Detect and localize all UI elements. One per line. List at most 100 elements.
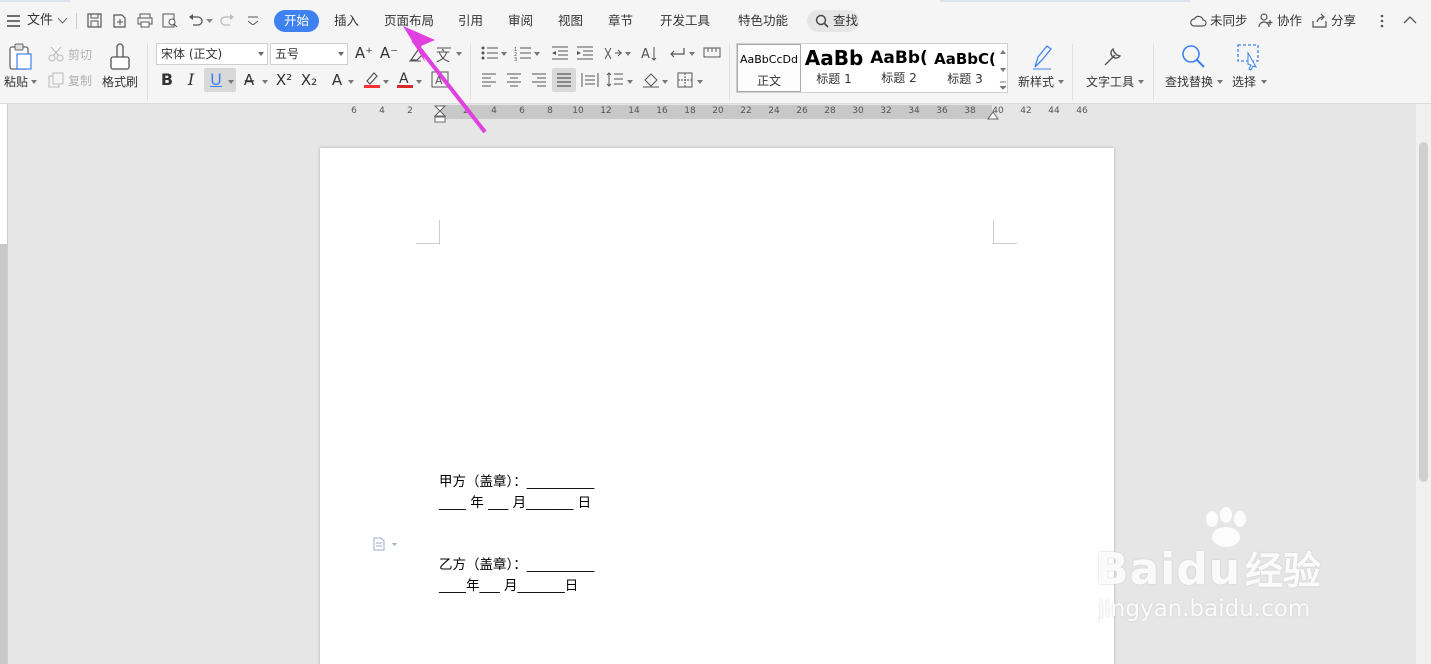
italic-icon[interactable]: I <box>181 70 201 90</box>
collaborate-button[interactable]: 协作 <box>1277 10 1302 32</box>
select-dropdown-icon[interactable] <box>1261 80 1267 84</box>
text-tools-icon[interactable] <box>1100 43 1126 71</box>
decrease-indent-icon[interactable] <box>551 46 569 61</box>
align-center-icon[interactable] <box>506 73 522 87</box>
marks-dropdown-icon[interactable] <box>689 52 695 56</box>
format-painter-icon[interactable] <box>108 43 132 71</box>
chinese-layout-icon[interactable] <box>603 46 623 61</box>
tab-special-features[interactable]: 特色功能 <box>738 10 788 32</box>
bold-icon[interactable]: B <box>157 70 177 90</box>
undo-dropdown-icon[interactable] <box>206 19 213 24</box>
party-a-seal-line[interactable]: 甲方（盖章）：__________ <box>439 473 594 491</box>
party-b-seal-line[interactable]: 乙方（盖章）：__________ <box>439 556 594 574</box>
hamburger-menu-icon[interactable] <box>7 15 21 27</box>
table-of-contents-icon[interactable] <box>703 47 721 59</box>
show-marks-icon[interactable] <box>668 46 686 61</box>
scrollbar-thumb[interactable] <box>1419 142 1428 482</box>
style-normal[interactable]: AaBbCcDd 正文 <box>737 44 801 92</box>
cut-icon[interactable] <box>48 46 64 62</box>
cloud-sync-icon[interactable] <box>1190 14 1207 27</box>
paste-button[interactable]: 粘贴 <box>4 75 28 89</box>
shading-dropdown-icon[interactable] <box>662 80 668 84</box>
horizontal-ruler[interactable]: 6 4 2 2 4 6 8 10 12 14 16 18 20 22 24 26 28 30 32 34 36 38 40 4… <box>0 104 1416 123</box>
collapse-ribbon-icon[interactable] <box>1403 15 1417 24</box>
find-replace-icon[interactable] <box>1180 43 1206 71</box>
copy-icon[interactable] <box>48 72 64 88</box>
collaborate-icon[interactable] <box>1258 13 1274 28</box>
sync-status[interactable]: 未同步 <box>1210 10 1248 32</box>
tab-review[interactable]: 审阅 <box>508 10 533 32</box>
share-icon[interactable] <box>1312 13 1328 28</box>
print-preview-icon[interactable] <box>162 13 178 28</box>
search-box[interactable]: 查找 <box>807 10 859 32</box>
text-effect-icon[interactable]: A <box>328 70 346 90</box>
format-painter-button[interactable]: 格式刷 <box>102 75 138 89</box>
party-a-date-line[interactable]: ____ 年 ___ 月_______ 日 <box>439 494 591 512</box>
highlight-icon[interactable] <box>363 71 381 88</box>
select-button[interactable]: 选择 <box>1232 75 1256 89</box>
tab-developer[interactable]: 开发工具 <box>660 10 710 32</box>
new-style-icon[interactable] <box>1029 43 1055 71</box>
line-spacing-dropdown-icon[interactable] <box>627 80 633 84</box>
font-size-combo[interactable]: 五号 <box>270 43 348 65</box>
new-style-dropdown-icon[interactable] <box>1058 80 1064 84</box>
export-icon[interactable] <box>112 13 127 28</box>
subscript-icon[interactable]: X₂ <box>299 70 319 90</box>
customize-toolbar-icon[interactable] <box>248 16 258 25</box>
cut-button[interactable]: 剪切 <box>68 48 92 62</box>
party-b-date-line[interactable]: ____年___ 月_______日 <box>439 577 578 595</box>
file-menu[interactable]: 文件 <box>27 10 53 32</box>
numbering-dropdown-icon[interactable] <box>534 52 540 56</box>
document-page[interactable]: 甲方（盖章）：__________ ____ 年 ___ 月_______ 日 … <box>320 148 1114 664</box>
save-icon[interactable] <box>87 13 102 28</box>
bullet-dropdown-icon[interactable] <box>501 52 507 56</box>
strikethrough-dropdown-icon[interactable] <box>262 80 268 84</box>
tab-view[interactable]: 视图 <box>558 10 583 32</box>
select-icon[interactable] <box>1236 43 1262 71</box>
paste-dropdown-icon[interactable] <box>31 80 37 84</box>
print-icon[interactable] <box>137 13 153 28</box>
increase-indent-icon[interactable] <box>576 46 594 61</box>
underline-icon[interactable]: U <box>206 70 226 90</box>
layout-dropdown-icon[interactable] <box>625 52 631 56</box>
redo-icon[interactable] <box>220 13 235 27</box>
more-options-icon[interactable] <box>1380 14 1384 28</box>
style-heading-3[interactable]: AaBbC( 标题 3 <box>933 44 997 92</box>
find-replace-button[interactable]: 查找替换 <box>1165 75 1213 89</box>
vertical-scrollbar[interactable] <box>1416 104 1431 664</box>
text-tools-dropdown-icon[interactable] <box>1138 80 1144 84</box>
gallery-scroll-icon[interactable] <box>999 46 1007 90</box>
text-tools-button[interactable]: 文字工具 <box>1086 75 1134 89</box>
undo-icon[interactable] <box>188 13 203 27</box>
find-replace-dropdown-icon[interactable] <box>1217 80 1223 84</box>
borders-dropdown-icon[interactable] <box>697 80 703 84</box>
justify-icon[interactable] <box>556 73 572 87</box>
font-name-combo[interactable]: 宋体 (正文) <box>156 43 268 65</box>
copy-button[interactable]: 复制 <box>68 74 92 88</box>
chevron-down-icon[interactable] <box>58 18 67 24</box>
shading-icon[interactable] <box>642 71 660 88</box>
tab-section[interactable]: 章节 <box>608 10 633 32</box>
line-spacing-icon[interactable] <box>606 71 624 88</box>
share-button[interactable]: 分享 <box>1331 10 1356 32</box>
borders-icon[interactable] <box>677 72 693 88</box>
tab-home[interactable]: 开始 <box>274 10 320 32</box>
paragraph-layout-icon[interactable] <box>373 537 399 551</box>
chevron-down-icon[interactable] <box>258 52 264 56</box>
right-indent-marker-icon[interactable] <box>987 111 999 120</box>
strikethrough-icon[interactable]: A̶ <box>240 70 258 90</box>
style-heading-2[interactable]: AaBb( 标题 2 <box>867 44 931 92</box>
align-right-icon[interactable] <box>531 73 547 87</box>
paste-icon[interactable] <box>8 43 34 71</box>
highlight-dropdown-icon[interactable] <box>383 80 389 84</box>
superscript-icon[interactable]: X² <box>274 70 294 90</box>
text-effect-dropdown-icon[interactable] <box>348 80 354 84</box>
grow-font-icon[interactable]: A⁺ <box>354 43 374 63</box>
new-style-button[interactable]: 新样式 <box>1018 75 1054 89</box>
sort-icon[interactable]: A <box>640 45 658 62</box>
chevron-down-icon[interactable] <box>338 52 344 56</box>
distributed-align-icon[interactable] <box>581 72 599 88</box>
vertical-ruler[interactable] <box>0 104 8 664</box>
tab-insert[interactable]: 插入 <box>334 10 359 32</box>
style-heading-1[interactable]: AaBb 标题 1 <box>803 44 865 92</box>
